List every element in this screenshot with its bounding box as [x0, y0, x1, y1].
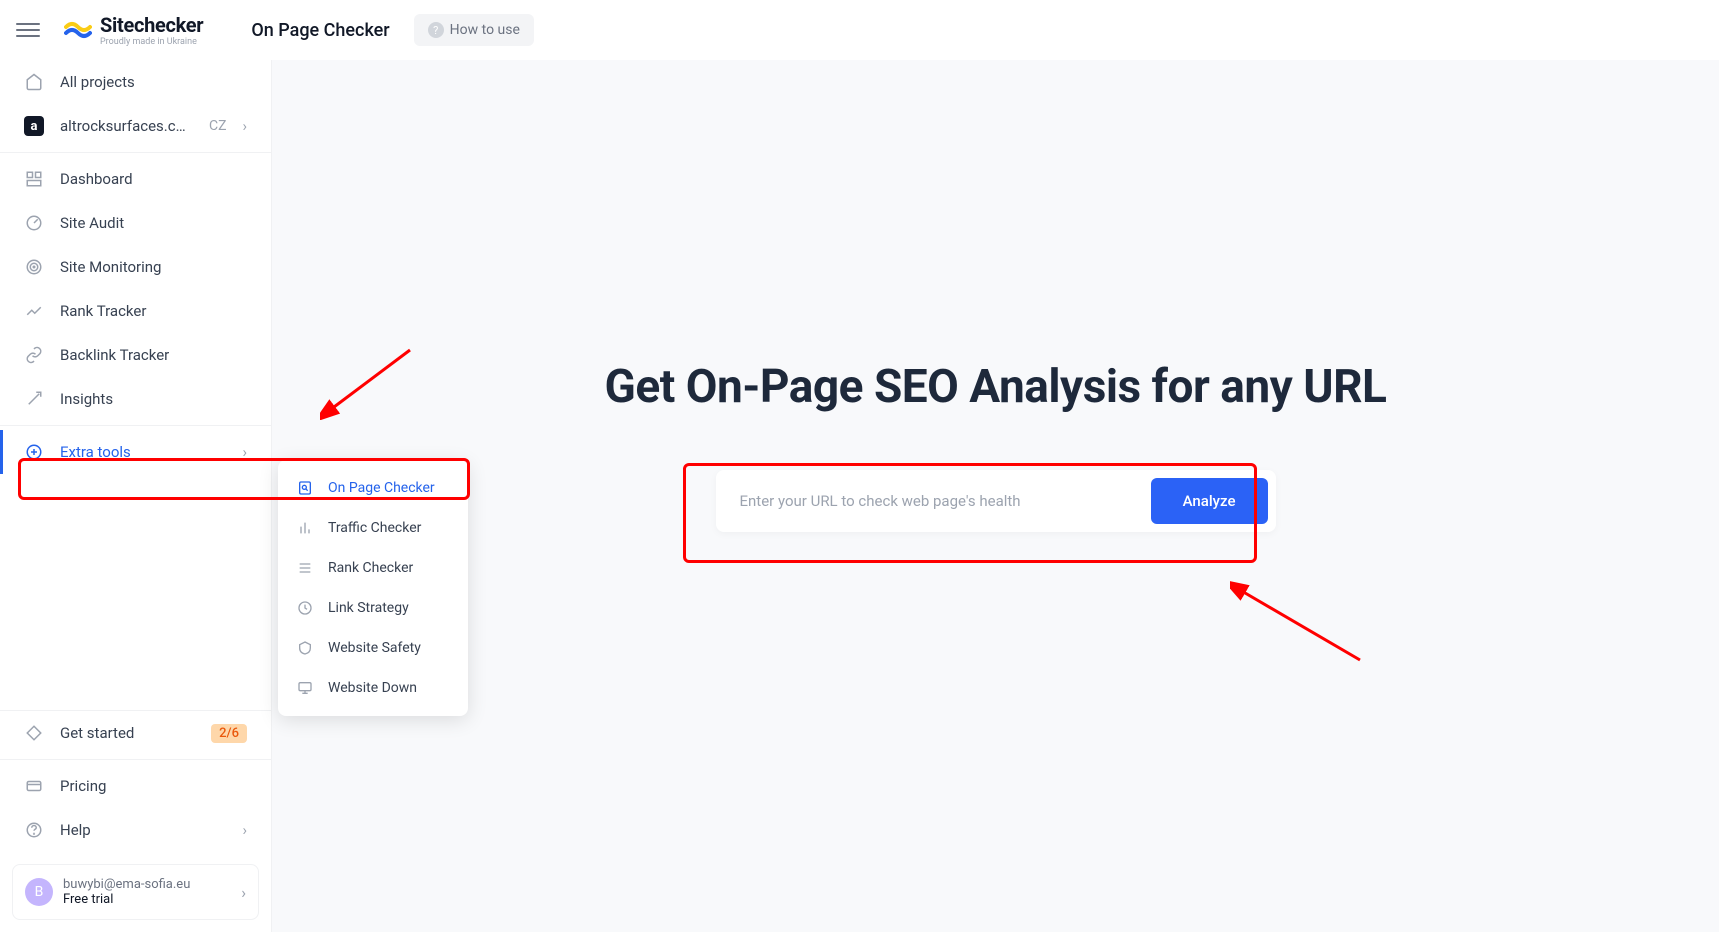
brand-subtitle: Proudly made in Ukraine [100, 37, 203, 47]
extra-tools-submenu: On Page Checker Traffic Checker Rank Che… [278, 460, 468, 716]
brand-title: Sitechecker [100, 13, 203, 37]
project-name: altrocksurfaces.co... [60, 117, 189, 135]
top-bar: Sitechecker Proudly made in Ukraine On P… [0, 0, 1719, 60]
sidebar-item-rank-tracker[interactable]: Rank Tracker [0, 289, 271, 333]
sidebar-pricing[interactable]: Pricing [0, 764, 271, 808]
sidebar-item-label: Extra tools [60, 443, 226, 461]
main-content: Get On-Page SEO Analysis for any URL Ana… [272, 60, 1719, 932]
user-plan: Free trial [63, 892, 231, 907]
submenu-label: Website Down [328, 680, 417, 696]
sidebar-item-site-monitoring[interactable]: Site Monitoring [0, 245, 271, 289]
sidebar-item-site-audit[interactable]: Site Audit [0, 201, 271, 245]
sidebar-item-label: Site Audit [60, 214, 247, 232]
how-to-use-button[interactable]: ? How to use [414, 14, 534, 46]
menu-toggle[interactable] [16, 18, 40, 42]
project-country: CZ [209, 118, 227, 134]
dashboard-icon [24, 169, 44, 189]
help-circle-icon [24, 820, 44, 840]
wand-icon [24, 389, 44, 409]
url-search-box: Analyze [716, 470, 1276, 532]
monitor-icon [296, 679, 314, 697]
pricing-label: Pricing [60, 777, 247, 795]
submenu-on-page-checker[interactable]: On Page Checker [278, 468, 468, 508]
chevron-right-icon: › [242, 821, 247, 839]
sidebar-item-backlink-tracker[interactable]: Backlink Tracker [0, 333, 271, 377]
sidebar-item-insights[interactable]: Insights [0, 377, 271, 421]
submenu-label: Traffic Checker [328, 520, 421, 536]
divider [0, 152, 271, 153]
submenu-traffic-checker[interactable]: Traffic Checker [278, 508, 468, 548]
submenu-label: Rank Checker [328, 560, 413, 576]
help-icon: ? [428, 22, 444, 38]
page-search-icon [296, 479, 314, 497]
submenu-label: Website Safety [328, 640, 421, 656]
page-title: On Page Checker [251, 20, 389, 41]
user-email: buwybi@ema-sofia.eu [63, 877, 231, 892]
submenu-label: Link Strategy [328, 600, 409, 616]
analyze-button[interactable]: Analyze [1151, 478, 1268, 524]
sidebar-item-label: Dashboard [60, 170, 247, 188]
bar-chart-icon [296, 519, 314, 537]
help-label: Help [60, 821, 226, 839]
trend-icon [24, 301, 44, 321]
how-to-use-label: How to use [450, 22, 520, 38]
sidebar-item-label: Rank Tracker [60, 302, 247, 320]
shield-icon [296, 639, 314, 657]
sidebar-item-label: Insights [60, 390, 247, 408]
card-icon [24, 776, 44, 796]
chevron-right-icon: › [242, 443, 247, 461]
list-icon [296, 559, 314, 577]
sidebar-item-label: Site Monitoring [60, 258, 247, 276]
brand-logo[interactable]: Sitechecker Proudly made in Ukraine [64, 13, 203, 47]
plus-circle-icon [24, 442, 44, 462]
avatar: B [25, 878, 53, 906]
submenu-website-safety[interactable]: Website Safety [278, 628, 468, 668]
sidebar-help[interactable]: Help › [0, 808, 271, 852]
sidebar-current-project[interactable]: a altrocksurfaces.co... CZ › [0, 104, 271, 148]
get-started-label: Get started [60, 724, 195, 742]
sidebar-all-projects[interactable]: All projects [0, 60, 271, 104]
user-account-card[interactable]: B buwybi@ema-sofia.eu Free trial › [12, 864, 259, 920]
gauge-icon [24, 213, 44, 233]
chevron-right-icon: › [241, 883, 246, 902]
sidebar-item-extra-tools[interactable]: Extra tools › [0, 430, 271, 474]
submenu-label: On Page Checker [328, 480, 435, 496]
history-icon [296, 599, 314, 617]
sidebar: All projects a altrocksurfaces.co... CZ … [0, 60, 272, 932]
sidebar-get-started[interactable]: Get started 2/6 [0, 711, 271, 755]
home-icon [24, 72, 44, 92]
submenu-rank-checker[interactable]: Rank Checker [278, 548, 468, 588]
project-icon: a [24, 116, 44, 136]
divider [0, 759, 271, 760]
diamond-icon [24, 723, 44, 743]
url-input[interactable] [724, 478, 1151, 524]
hero-title: Get On-Page SEO Analysis for any URL [272, 360, 1719, 414]
submenu-website-down[interactable]: Website Down [278, 668, 468, 708]
progress-badge: 2/6 [211, 724, 247, 743]
radar-icon [24, 257, 44, 277]
link-icon [24, 345, 44, 365]
divider [0, 425, 271, 426]
sidebar-item-dashboard[interactable]: Dashboard [0, 157, 271, 201]
all-projects-label: All projects [60, 73, 247, 91]
sidebar-item-label: Backlink Tracker [60, 346, 247, 364]
submenu-link-strategy[interactable]: Link Strategy [278, 588, 468, 628]
logo-mark-icon [64, 19, 92, 41]
chevron-right-icon: › [242, 117, 247, 135]
